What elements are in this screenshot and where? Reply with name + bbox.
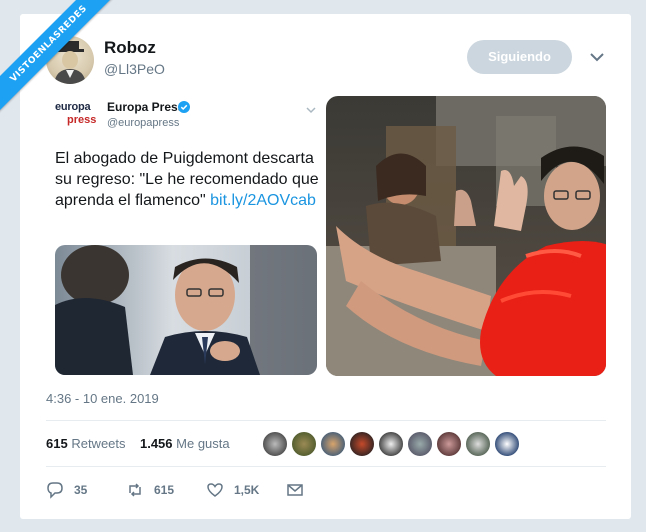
direct-message-button[interactable] (286, 480, 304, 500)
like-count: 1,5K (234, 483, 260, 497)
quoted-tweet-text: El abogado de Puigdemont descarta su reg… (55, 148, 320, 211)
chevron-down-icon[interactable] (589, 50, 605, 64)
divider (46, 420, 606, 421)
likes-count: 1.456 (139, 436, 173, 451)
liker-avatar[interactable] (378, 431, 404, 457)
reply-button[interactable]: 35 (46, 480, 87, 500)
retweet-icon (129, 483, 141, 497)
retweets-label: Retweets (71, 436, 126, 451)
heart-icon (207, 483, 223, 497)
verified-badge-icon (178, 100, 190, 113)
envelope-icon (287, 484, 303, 496)
tweet-timestamp[interactable]: 4:36 - 10 ene. 2019 (46, 391, 159, 406)
likes-label: Me gusta (176, 436, 230, 451)
divider (46, 466, 606, 467)
liker-avatar[interactable] (291, 431, 317, 457)
retweet-button[interactable]: 615 (126, 480, 174, 500)
engagement-stats: 615 Retweets 1.456 Me gusta (46, 436, 230, 451)
retweets-count: 615 (46, 436, 68, 451)
chevron-down-icon[interactable] (306, 101, 316, 114)
retweet-count: 615 (154, 483, 175, 497)
attached-photo[interactable] (326, 96, 606, 376)
liker-avatar[interactable] (494, 431, 520, 457)
following-button[interactable]: Siguiendo (467, 40, 572, 74)
liker-avatar[interactable] (349, 431, 375, 457)
like-button[interactable]: 1,5K (206, 480, 259, 500)
likes-stat[interactable]: 1.456 Me gusta (140, 436, 230, 451)
quoted-link[interactable]: bit.ly/2AOVcab (210, 192, 316, 209)
reply-count: 35 (74, 483, 88, 497)
retweets-stat[interactable]: 615 Retweets (46, 436, 126, 451)
liker-avatar[interactable] (262, 431, 288, 457)
liker-avatar[interactable] (320, 431, 346, 457)
liker-avatar[interactable] (436, 431, 462, 457)
reply-icon (47, 482, 63, 499)
liker-avatar[interactable] (407, 431, 433, 457)
watermark-text: VISTOENLASREDES (0, 0, 125, 120)
liker-avatar[interactable] (465, 431, 491, 457)
watermark-ribbon: VISTOENLASREDES (0, 0, 130, 130)
quoted-photo[interactable] (55, 245, 317, 375)
